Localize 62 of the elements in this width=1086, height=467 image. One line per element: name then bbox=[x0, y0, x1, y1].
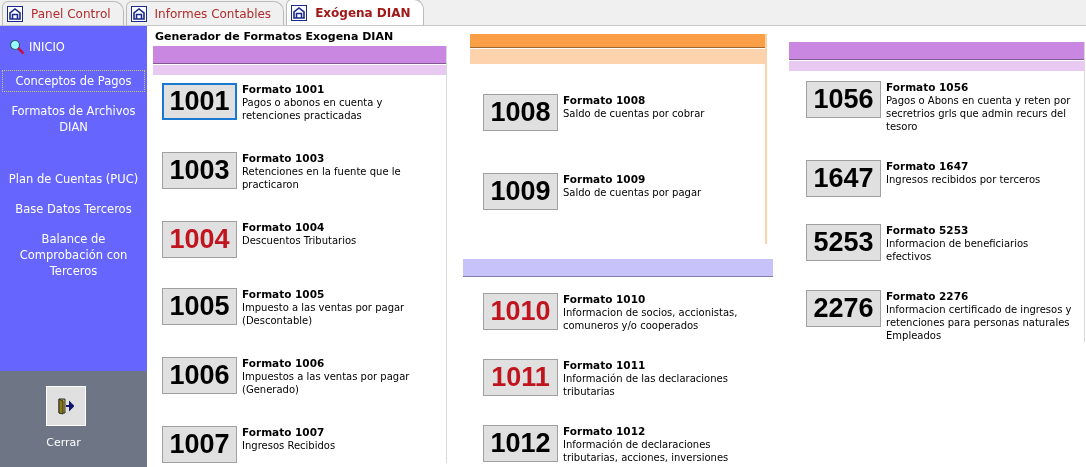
format-description: Impuesto a las ventas por pagar (Descontable) bbox=[242, 301, 406, 327]
sidebar-item[interactable]: Formatos de Archivos DIAN bbox=[2, 100, 145, 138]
format-code-button[interactable]: 1005 bbox=[162, 288, 237, 325]
sidebar-item[interactable]: Base Datos Terceros bbox=[2, 198, 145, 220]
format-title: Formato 1009 bbox=[563, 173, 647, 186]
format-title: Formato 1005 bbox=[242, 288, 326, 301]
format-description: Pagos o abonos en cuenta y retenciones practicadas bbox=[242, 96, 384, 122]
format-title: Formato 1012 bbox=[563, 425, 647, 438]
format-description: Descuentos Tributarios bbox=[242, 234, 358, 247]
format-description: Informacion de socios, accionistas, comuneros y/o cooperados bbox=[563, 306, 739, 332]
format-code-button[interactable]: 1003 bbox=[162, 152, 237, 189]
tab[interactable]: Panel Control bbox=[2, 1, 124, 25]
house-icon bbox=[291, 4, 308, 21]
format-description: Pagos o Abons en cuenta y reten por secretrios grls que admin recurs del tesoro bbox=[886, 94, 1072, 133]
sidebar-item[interactable]: INICIO bbox=[2, 36, 145, 58]
format-code-button[interactable]: 1056 bbox=[806, 81, 881, 118]
search-icon bbox=[9, 39, 25, 55]
format-title: Formato 1056 bbox=[886, 81, 970, 94]
sidebar-item[interactable]: Conceptos de Pagos bbox=[2, 70, 145, 92]
format-code-button[interactable]: 5253 bbox=[806, 224, 881, 261]
format-title: Formato 1007 bbox=[242, 426, 326, 439]
format-description: Retenciones en la fuente que le practicaron bbox=[242, 165, 402, 191]
format-code-button[interactable]: 1009 bbox=[483, 173, 558, 210]
format-description: Saldo de cuentas por cobrar bbox=[563, 107, 706, 120]
sidebar-item[interactable]: Plan de Cuentas (PUC) bbox=[2, 168, 145, 190]
format-title: Formato 1006 bbox=[242, 357, 326, 370]
format-title: Formato 1001 bbox=[242, 83, 326, 96]
format-description: Ingresos recibidos por terceros bbox=[886, 173, 1042, 186]
format-title: Formato 5253 bbox=[886, 224, 970, 237]
format-title: Formato 1004 bbox=[242, 221, 326, 234]
format-title: Formato 1003 bbox=[242, 152, 326, 165]
format-description: Informacion de beneficiarios efectivos bbox=[886, 237, 1030, 263]
format-title: Formato 2276 bbox=[886, 290, 970, 303]
format-code-button[interactable]: 1004 bbox=[162, 221, 237, 258]
format-description: Impuestos a las ventas por pagar (Generado) bbox=[242, 370, 411, 396]
format-title: Formato 1011 bbox=[563, 359, 647, 372]
close-button[interactable] bbox=[46, 386, 86, 426]
format-code-button[interactable]: 1012 bbox=[483, 425, 558, 462]
format-description: Ingresos Recibidos bbox=[242, 439, 337, 452]
house-icon bbox=[7, 5, 23, 22]
tab[interactable]: Informes Contables bbox=[125, 1, 285, 25]
format-code-button[interactable]: 1010 bbox=[483, 293, 558, 330]
format-description: Saldo de cuentas por pagar bbox=[563, 186, 703, 199]
format-code-button[interactable]: 1011 bbox=[483, 359, 558, 396]
format-title: Formato 1647 bbox=[886, 160, 970, 173]
sidebar-item[interactable]: Balance de Comprobación con Terceros bbox=[2, 228, 145, 282]
exit-door-icon bbox=[58, 397, 74, 415]
tab[interactable]: Exógena DIAN bbox=[286, 0, 424, 25]
format-description: Información de declaraciones tributarias, acciones, inversiones bbox=[563, 438, 730, 464]
format-description: Información de las declaraciones tributarias bbox=[563, 372, 729, 398]
format-description: Informacion certificado de ingresos y retenciones para personas naturales Empleados bbox=[886, 303, 1073, 342]
format-code-button[interactable]: 1001 bbox=[162, 83, 237, 120]
house-icon bbox=[130, 5, 147, 22]
format-code-button[interactable]: 1007 bbox=[162, 426, 237, 463]
format-code-button[interactable]: 2276 bbox=[806, 290, 881, 327]
format-code-button[interactable]: 1006 bbox=[162, 357, 237, 394]
format-code-button[interactable]: 1008 bbox=[483, 94, 558, 131]
format-title: Formato 1008 bbox=[563, 94, 647, 107]
close-label: Cerrar bbox=[46, 436, 81, 449]
format-code-button[interactable]: 1647 bbox=[806, 160, 881, 197]
page-title: Generador de Formatos Exogena DIAN bbox=[154, 29, 395, 45]
format-title: Formato 1010 bbox=[563, 293, 647, 306]
